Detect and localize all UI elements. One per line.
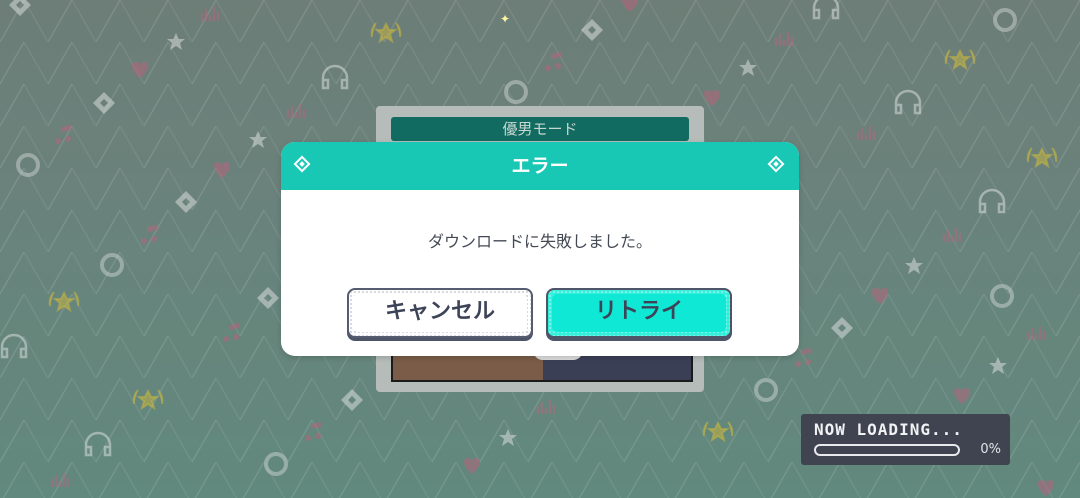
loading-label: NOW LOADING...	[814, 420, 963, 439]
retry-button[interactable]: リトライ	[546, 288, 732, 338]
cancel-button-label: キャンセル	[384, 299, 495, 324]
sparkle-icon: ✦	[500, 12, 511, 26]
error-dialog: エラー ダウンロードに失敗しました。 キャンセル リトライ	[281, 142, 799, 356]
loading-progress-bar	[814, 444, 960, 456]
loading-percent: 0%	[980, 442, 1001, 457]
retry-button-label: リトライ	[594, 299, 683, 324]
loading-indicator: NOW LOADING... 0%	[801, 414, 1010, 465]
dialog-header: エラー	[281, 142, 799, 190]
dialog-title: エラー	[511, 155, 569, 177]
cancel-button[interactable]: キャンセル	[347, 288, 533, 338]
mode-title: 優男モード	[391, 117, 689, 141]
error-message: ダウンロードに失敗しました。	[427, 232, 652, 251]
